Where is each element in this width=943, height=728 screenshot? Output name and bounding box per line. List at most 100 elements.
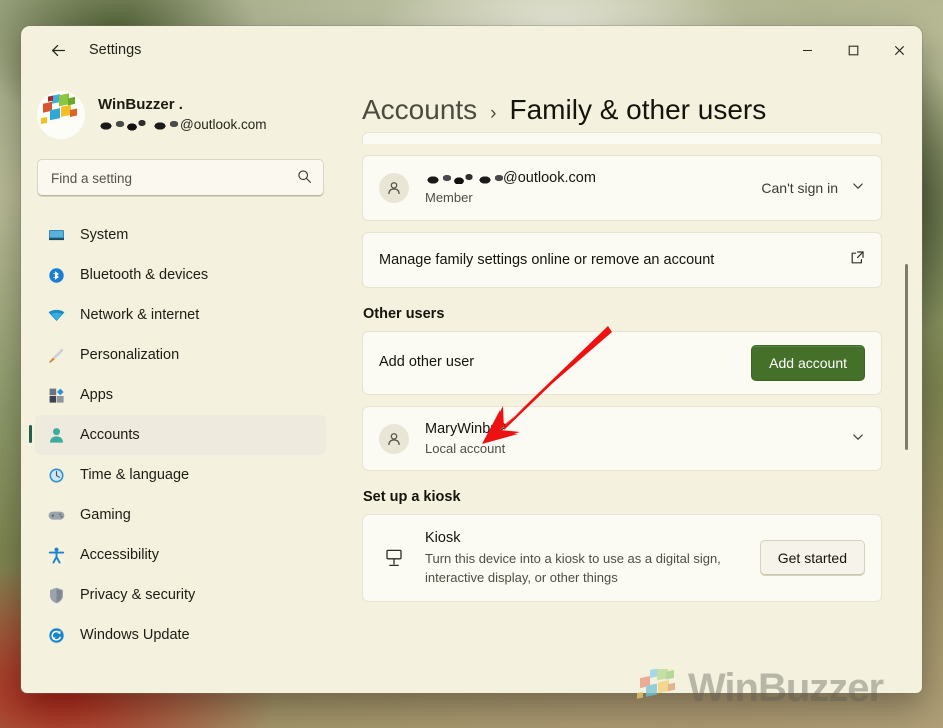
other-users-heading: Other users — [363, 305, 445, 322]
manage-family-label: Manage family settings online or remove … — [379, 251, 715, 268]
close-icon — [894, 45, 904, 55]
kiosk-row: Kiosk Turn this device into a kiosk to u… — [363, 515, 881, 601]
add-other-user-card: Add other user Add account — [362, 330, 882, 395]
sidebar-item-label: Bluetooth & devices — [80, 267, 209, 283]
kiosk-description: Turn this device into a kiosk to use as … — [425, 551, 721, 585]
family-member-right: Can't sign in — [761, 179, 865, 196]
sidebar-item-label: Time & language — [80, 467, 190, 483]
breadcrumb: Accounts › Family & other users — [340, 74, 922, 126]
local-account-right — [851, 430, 865, 447]
scrollbar-track[interactable] — [901, 126, 913, 693]
account-email: @outlook.com — [98, 116, 267, 134]
clock-globe-icon — [45, 464, 67, 486]
family-member-email-suffix: @outlook.com — [503, 170, 596, 186]
sidebar-item-label: Windows Update — [80, 627, 190, 643]
local-account-texts: MaryWinbu2 Local account — [425, 420, 851, 458]
sidebar-item-label: Accessibility — [80, 547, 159, 563]
kiosk-sign-icon — [379, 543, 409, 573]
paintbrush-icon — [45, 344, 67, 366]
update-refresh-icon — [45, 624, 67, 646]
manage-family-card: Manage family settings online or remove … — [362, 231, 882, 288]
sidebar-account-block[interactable]: WinBuzzer . @outlook.com — [21, 74, 340, 146]
back-button[interactable] — [41, 33, 75, 67]
family-member-card: @outlook.com Member Can't sign in — [362, 155, 882, 221]
family-member-email: @outlook.com — [425, 169, 761, 188]
scrollbar-thumb[interactable] — [905, 264, 908, 450]
maximize-button[interactable] — [830, 26, 876, 74]
kiosk-card: Kiosk Turn this device into a kiosk to u… — [362, 514, 882, 603]
desktop-background: Settings WinBuzzer . @outlook.com Find a… — [0, 0, 943, 728]
sidebar-item-network-internet[interactable]: Network & internet — [35, 295, 326, 335]
local-account-card: MaryWinbu2 Local account — [362, 405, 882, 472]
sidebar-item-gaming[interactable]: Gaming — [35, 495, 326, 535]
sidebar-item-privacy-security[interactable]: Privacy & security — [35, 575, 326, 615]
manage-family-link-row[interactable]: Manage family settings online or remove … — [363, 233, 881, 287]
bluetooth-icon — [45, 264, 67, 286]
chevron-down-icon[interactable] — [851, 430, 865, 447]
window-body: WinBuzzer . @outlook.com Find a setting … — [21, 74, 922, 693]
sidebar: WinBuzzer . @outlook.com Find a setting … — [21, 74, 340, 693]
external-link-icon — [850, 250, 865, 270]
kiosk-title: Kiosk — [425, 530, 461, 547]
sidebar-item-system[interactable]: System — [35, 215, 326, 255]
account-email-suffix: @outlook.com — [180, 116, 267, 132]
redacted-email-part — [152, 118, 178, 131]
monitor-icon — [45, 224, 67, 246]
sidebar-account-text: WinBuzzer . @outlook.com — [98, 95, 267, 133]
settings-scroll-area: @outlook.com Member Can't sign in Manage… — [340, 126, 922, 693]
person-icon — [379, 423, 409, 454]
sidebar-item-label: Apps — [80, 387, 114, 403]
arrow-left-icon — [51, 44, 65, 56]
sidebar-item-personalization[interactable]: Personalization — [35, 335, 326, 375]
breadcrumb-parent-accounts[interactable]: Accounts — [362, 94, 477, 126]
redacted-email-part — [477, 172, 503, 184]
sidebar-item-label: Accounts — [80, 427, 140, 443]
search-box[interactable] — [37, 159, 324, 197]
sidebar-item-bluetooth-devices[interactable]: Bluetooth & devices — [35, 255, 326, 295]
window-controls — [784, 26, 922, 74]
search-input[interactable] — [51, 170, 297, 186]
sidebar-item-label: Gaming — [80, 507, 131, 523]
family-member-texts: @outlook.com Member — [425, 169, 761, 207]
account-name: WinBuzzer . — [98, 96, 183, 114]
chevron-down-icon[interactable] — [851, 179, 865, 196]
page-title: Family & other users — [509, 94, 767, 125]
sidebar-item-apps[interactable]: Apps — [35, 375, 326, 415]
sidebar-item-windows-update[interactable]: Windows Update — [35, 615, 326, 655]
person-icon — [379, 172, 409, 203]
close-button[interactable] — [876, 26, 922, 74]
local-account-row[interactable]: MaryWinbu2 Local account — [363, 407, 881, 471]
family-member-role: Member — [425, 189, 473, 205]
wifi-icon — [45, 304, 67, 326]
local-account-type: Local account — [425, 440, 506, 456]
sidebar-item-label: Network & internet — [80, 307, 200, 323]
add-other-user-label: Add other user — [379, 354, 475, 371]
winbuzzer-cubes-avatar — [37, 90, 85, 139]
sidebar-nav: System Bluetooth & devices Network & int… — [21, 215, 340, 655]
maximize-icon — [848, 45, 858, 55]
main-panel: Accounts › Family & other users @outlook… — [340, 74, 922, 693]
breadcrumb-separator-icon: › — [490, 103, 497, 124]
shield-icon — [45, 584, 67, 606]
add-account-button[interactable]: Add account — [751, 344, 865, 381]
partial-card-above — [362, 132, 882, 144]
gamepad-icon — [45, 504, 67, 526]
kiosk-heading: Set up a kiosk — [363, 489, 461, 506]
search-icon — [297, 169, 312, 187]
local-account-name: MaryWinbu2 — [425, 420, 507, 437]
family-member-row[interactable]: @outlook.com Member Can't sign in — [363, 156, 881, 220]
apps-grid-icon — [45, 384, 67, 406]
minimize-button[interactable] — [784, 26, 830, 74]
redacted-email-part — [425, 172, 477, 184]
sidebar-item-label: System — [80, 227, 129, 243]
sidebar-item-time-language[interactable]: Time & language — [35, 455, 326, 495]
add-other-user-texts: Add other user — [379, 353, 751, 372]
add-other-user-row: Add other user Add account — [363, 332, 881, 394]
sidebar-item-label: Privacy & security — [80, 587, 196, 603]
minimize-icon — [802, 49, 812, 51]
get-started-button[interactable]: Get started — [759, 540, 865, 577]
sidebar-item-accessibility[interactable]: Accessibility — [35, 535, 326, 575]
person-icon — [45, 424, 67, 446]
sidebar-item-accounts[interactable]: Accounts — [29, 415, 326, 455]
window-title: Settings — [89, 42, 142, 58]
